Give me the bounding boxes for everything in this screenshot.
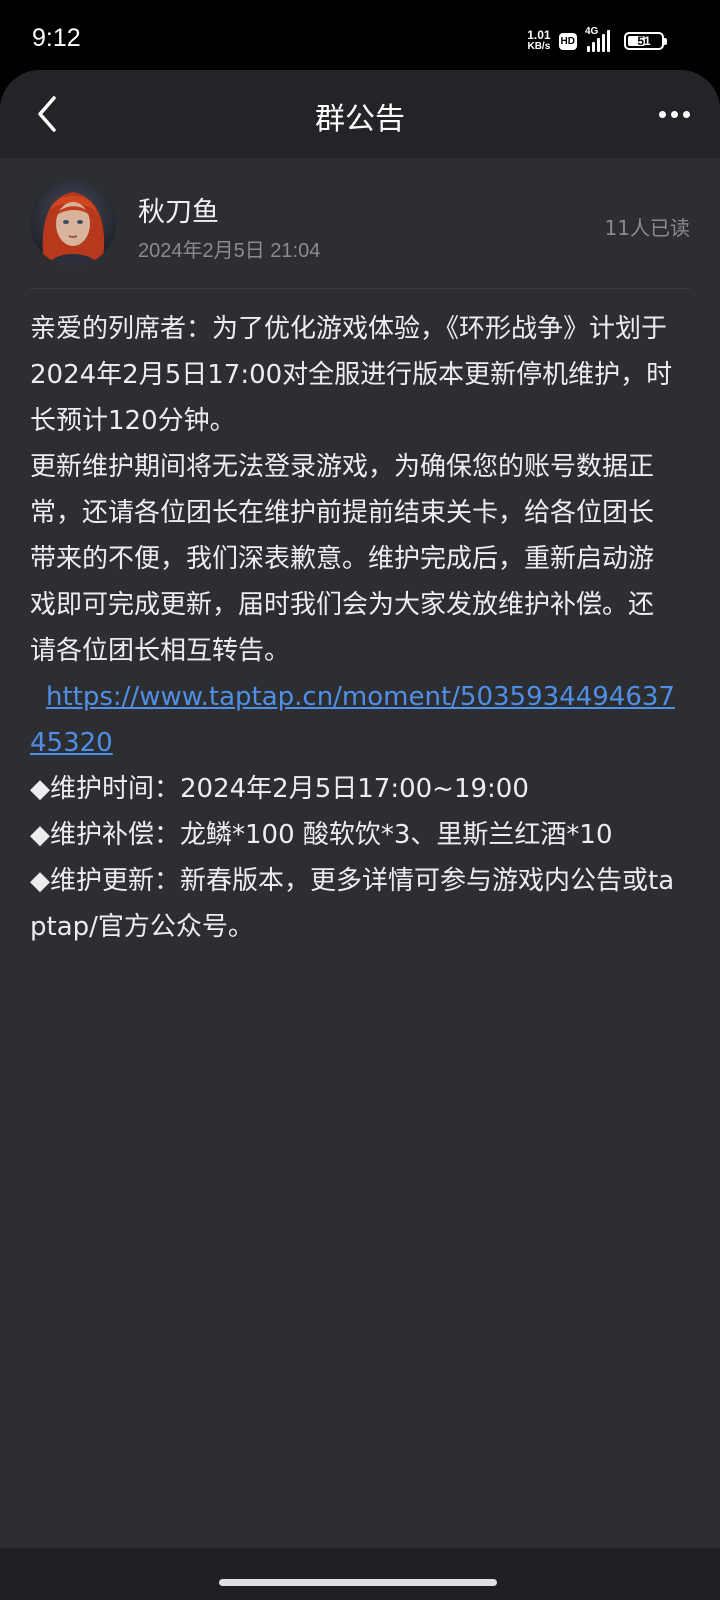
battery-level: 51 [637, 34, 651, 48]
status-time: 9:12 [32, 24, 81, 52]
announcement-paragraph: 更新维护期间将无法登录游戏，为确保您的账号数据正常，还请各位团长在维护前提前结束… [30, 452, 655, 666]
post-timestamp: 2024年2月5日 21:04 [138, 240, 321, 262]
avatar-image [30, 180, 116, 266]
signal-bar [592, 42, 595, 52]
more-horizontal-icon [658, 110, 666, 118]
announcement-body: 亲爱的列席者：为了优化游戏体验，《环形战争》计划于2024年2月5日17:00对… [30, 306, 676, 950]
taptap-link[interactable]: https://www.taptap.cn/moment/50359344946… [30, 682, 675, 758]
network-speed: 1.01 KB/s [527, 28, 551, 52]
more-horizontal-icon [682, 110, 690, 118]
battery-icon: 51 [624, 32, 667, 50]
announcement-paragraph: 亲爱的列席者：为了优化游戏体验，《环形战争》计划于2024年2月5日17:00对… [30, 314, 673, 436]
maintenance-update-item: ◆维护更新：新春版本，更多详情可参与游戏内公告或taptap/官方公众号。 [30, 866, 675, 942]
signal-bar [607, 30, 610, 52]
status-bar: 9:12 1.01 KB/s HD 4G 51 [0, 0, 720, 70]
maintenance-time-item: ◆维护时间：2024年2月5日17:00~19:00 [30, 774, 529, 804]
home-indicator[interactable] [219, 1579, 497, 1586]
author-name: 秋刀鱼 [138, 197, 219, 228]
bottom-bar [0, 1548, 720, 1600]
network-speed-unit: KB/s [527, 41, 551, 52]
network-type: 4G [585, 26, 599, 37]
page-title: 群公告 [315, 102, 405, 137]
signal-bar [597, 38, 600, 52]
announcement-screen: 群公告 秋刀鱼 2024年2月5日 21:04 11人已读 亲爱的列席者：为了优… [0, 70, 720, 1600]
divider [30, 288, 690, 289]
more-horizontal-icon [670, 110, 678, 118]
status-icons: 1.01 KB/s HD 4G 51 [527, 26, 667, 56]
more-options-button[interactable] [650, 92, 698, 136]
maintenance-compensation-item: ◆维护补偿：龙鳞*100 酸软饮*3、里斯兰红酒*10 [30, 820, 613, 850]
avatar[interactable] [30, 180, 116, 266]
hd-icon: HD [558, 32, 577, 50]
signal-icon: 4G [585, 26, 610, 52]
navigation-bar: 群公告 [0, 70, 720, 158]
read-count[interactable]: 11人已读 [605, 212, 690, 241]
link-paragraph: https://www.taptap.cn/moment/50359344946… [30, 674, 676, 766]
signal-bar [587, 46, 590, 52]
signal-bar [602, 34, 605, 52]
author-header: 秋刀鱼 2024年2月5日 21:04 11人已读 [30, 180, 690, 280]
network-speed-value: 1.01 [527, 28, 551, 42]
